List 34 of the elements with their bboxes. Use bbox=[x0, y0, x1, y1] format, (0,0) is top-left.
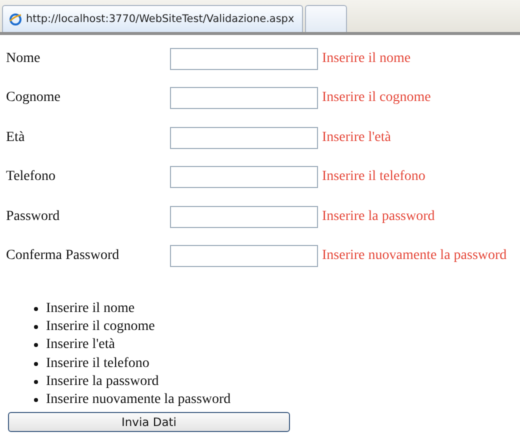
summary-item: Inserire la password bbox=[46, 374, 159, 390]
input-field[interactable] bbox=[170, 87, 318, 110]
summary-item: Inserire nuovamente la password bbox=[46, 392, 231, 408]
field-label: Cognome bbox=[6, 90, 62, 106]
field-label: Password bbox=[6, 208, 61, 225]
bullet-icon bbox=[34, 362, 38, 366]
field-label: Conferma Password bbox=[6, 248, 120, 264]
bullet-icon bbox=[34, 307, 38, 312]
input-field[interactable] bbox=[170, 206, 318, 228]
field-label: Nome bbox=[6, 50, 42, 67]
field-label: Età bbox=[6, 130, 26, 146]
bullet-icon bbox=[34, 325, 38, 330]
submit-button[interactable]: Invia Dati bbox=[8, 412, 290, 432]
browser-tab[interactable] bbox=[305, 5, 348, 32]
bullet-icon bbox=[34, 343, 38, 348]
error-message: Inserire nuovamente la password bbox=[322, 248, 507, 264]
summary-item: Inserire l'età bbox=[46, 337, 115, 354]
input-field[interactable] bbox=[170, 126, 318, 149]
error-message: Inserire l'età bbox=[322, 130, 391, 146]
input-field[interactable] bbox=[170, 48, 318, 70]
field-label: Telefono bbox=[6, 169, 57, 186]
browser-tab[interactable]: http://localhost:3770/WebSiteTest/Validazione.aspx bbox=[2, 5, 304, 32]
summary-item: Inserire il cognome bbox=[46, 319, 155, 336]
input-field[interactable] bbox=[170, 166, 318, 188]
globe-icon bbox=[9, 12, 22, 26]
error-message: Inserire il nome bbox=[322, 50, 411, 67]
bullet-icon bbox=[34, 380, 38, 384]
input-field[interactable] bbox=[170, 245, 318, 268]
bullet-icon bbox=[34, 398, 38, 402]
error-message: Inserire la password bbox=[322, 208, 435, 225]
summary-item: Inserire il telefono bbox=[46, 356, 150, 372]
error-message: Inserire il telefono bbox=[322, 169, 426, 186]
summary-item: Inserire il nome bbox=[46, 301, 135, 318]
error-message: Inserire il cognome bbox=[322, 90, 431, 106]
